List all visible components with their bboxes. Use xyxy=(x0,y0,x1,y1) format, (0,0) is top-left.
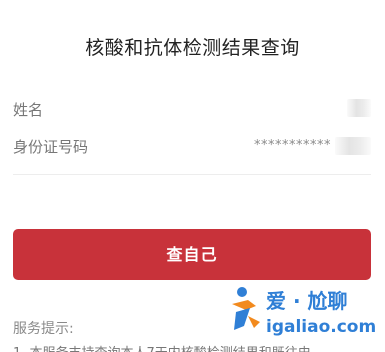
watermark-domain: igaliao.com xyxy=(266,317,376,337)
page-title: 核酸和抗体检测结果查询 xyxy=(85,37,300,59)
id-number-blurred xyxy=(335,137,371,155)
notice-title: 服务提示: xyxy=(13,321,74,337)
name-row: 姓名 xyxy=(13,97,371,121)
id-number-row: 身份证号码 *********** xyxy=(13,134,371,158)
watermark-brand: 爱 · 尬聊 xyxy=(266,289,348,313)
runner-icon xyxy=(232,287,260,330)
name-label: 姓名 xyxy=(13,101,44,119)
watermark-logo: 爱 · 尬聊 igaliao.com xyxy=(232,287,376,337)
result-query-page: 核酸和抗体检测结果查询 姓名 身份证号码 *********** 查自己 服务提… xyxy=(0,0,385,352)
id-number-value: *********** xyxy=(254,138,331,153)
query-self-button[interactable]: 查自己 xyxy=(13,229,371,280)
id-number-label: 身份证号码 xyxy=(13,138,89,156)
divider xyxy=(13,174,371,175)
name-value-blurred xyxy=(347,99,371,117)
